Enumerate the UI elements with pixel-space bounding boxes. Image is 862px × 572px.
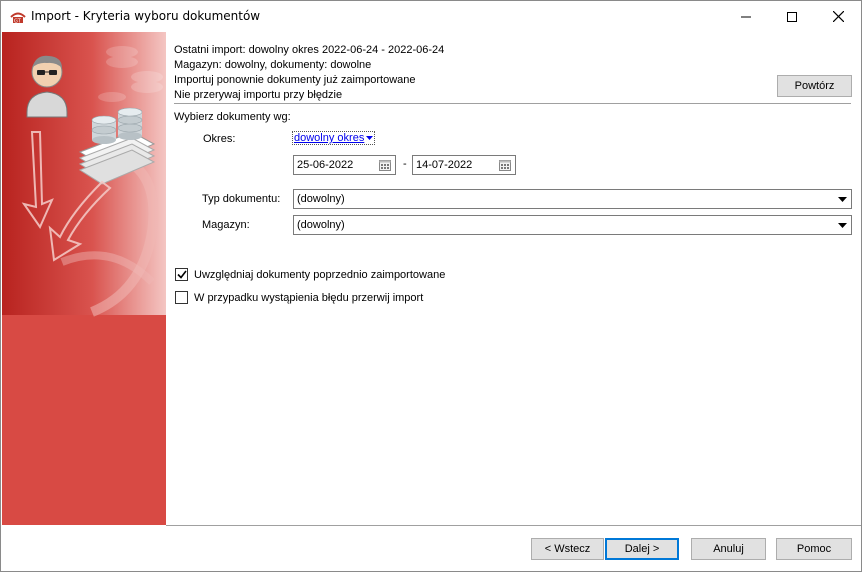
chevron-down-icon	[833, 196, 851, 202]
warehouse-value: (dowolny)	[297, 219, 345, 231]
dropdown-caret-icon	[366, 136, 374, 140]
banner-illustration	[2, 32, 166, 525]
period-dropdown-value: dowolny okres	[294, 132, 365, 144]
maximize-button[interactable]	[769, 1, 815, 32]
include-imported-checkbox[interactable]	[175, 268, 188, 281]
footer-separator	[166, 525, 861, 526]
criteria-heading: Wybierz dokumenty wg:	[174, 111, 291, 123]
warehouse-info-text: Magazyn: dowolny, dokumenty: dowolne	[174, 59, 372, 71]
checkmark-icon	[176, 270, 187, 279]
date-from-value: 25-06-2022	[297, 159, 354, 171]
date-from-field[interactable]: 25-06-2022	[293, 155, 396, 175]
minimize-icon	[741, 16, 751, 17]
window-title: Import - Kryteria wyboru dokumentów	[31, 9, 261, 23]
stop-on-error-checkbox[interactable]	[175, 291, 188, 304]
back-button[interactable]: < Wstecz	[531, 538, 604, 560]
date-to-value: 14-07-2022	[416, 159, 473, 171]
svg-text:GT: GT	[14, 19, 22, 25]
import-dialog-window: GT Import - Kryteria wyboru dokumentów O…	[0, 0, 862, 572]
app-logo-icon: GT	[10, 12, 26, 25]
help-button[interactable]: Pomoc	[776, 538, 852, 560]
info-separator	[174, 103, 851, 104]
last-import-text: Ostatni import: dowolny okres 2022-06-24…	[174, 44, 445, 56]
include-imported-option[interactable]: Uwzględniaj dokumenty poprzednio zaimpor…	[175, 268, 445, 281]
cancel-button[interactable]: Anuluj	[691, 538, 766, 560]
no-interrupt-info-text: Nie przerywaj importu przy błędzie	[174, 89, 343, 101]
include-imported-label: Uwzględniaj dokumenty poprzednio zaimpor…	[194, 268, 446, 281]
period-label: Okres:	[203, 133, 236, 145]
reimport-info-text: Importuj ponownie dokumenty już zaimport…	[174, 74, 416, 86]
side-banner	[2, 32, 166, 525]
stop-on-error-option[interactable]: W przypadku wystąpienia błędu przerwij i…	[175, 291, 423, 304]
repeat-button[interactable]: Powtórz	[777, 75, 852, 97]
doc-type-label: Typ dokumentu:	[202, 193, 281, 205]
date-to-field[interactable]: 14-07-2022	[412, 155, 516, 175]
maximize-icon	[787, 11, 797, 22]
close-icon	[832, 11, 844, 22]
next-button[interactable]: Dalej >	[605, 538, 679, 560]
title-bar: GT Import - Kryteria wyboru dokumentów	[1, 1, 861, 32]
warehouse-label: Magazyn:	[202, 219, 250, 231]
stop-on-error-label: W przypadku wystąpienia błędu przerwij i…	[194, 291, 424, 304]
doc-type-select[interactable]: (dowolny)	[293, 189, 852, 209]
calendar-icon[interactable]	[377, 157, 393, 173]
date-range-separator: -	[403, 158, 407, 170]
close-button[interactable]	[815, 1, 861, 32]
minimize-button[interactable]	[723, 1, 769, 32]
warehouse-select[interactable]: (dowolny)	[293, 215, 852, 235]
calendar-icon[interactable]	[497, 157, 513, 173]
content-panel: Ostatni import: dowolny okres 2022-06-24…	[166, 32, 861, 525]
chevron-down-icon	[833, 222, 851, 228]
doc-type-value: (dowolny)	[297, 193, 345, 205]
period-dropdown[interactable]: dowolny okres	[291, 131, 376, 145]
